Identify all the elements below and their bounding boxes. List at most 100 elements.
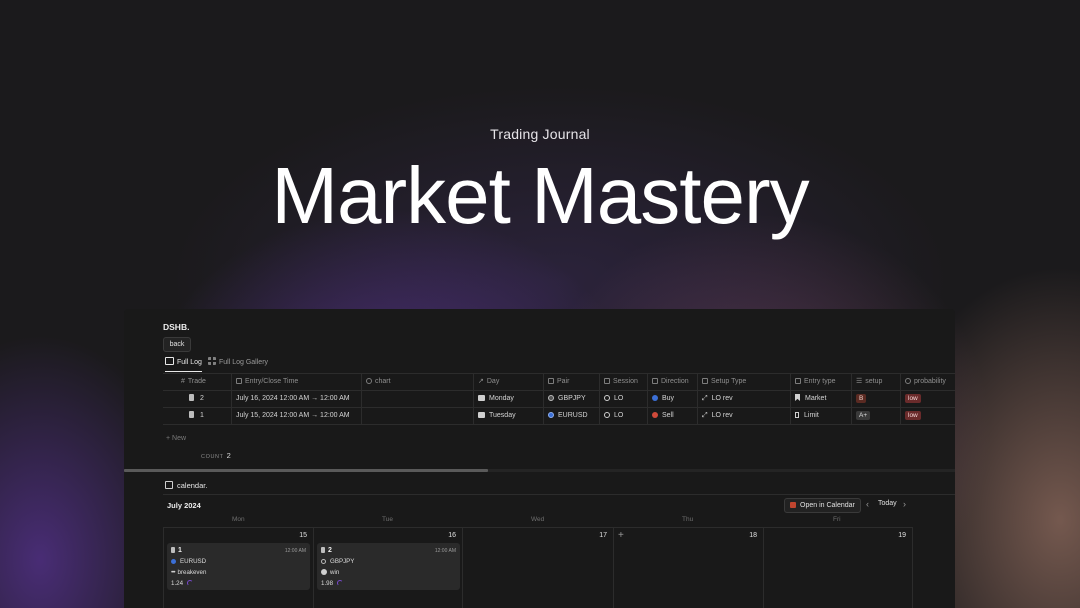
reverse-arrow-icon: ⤢ — [702, 395, 708, 402]
link-icon — [366, 378, 372, 384]
setup-tag: A+ — [856, 411, 871, 420]
cell-setup[interactable]: A+ — [851, 408, 900, 424]
card-title: 2 — [321, 547, 332, 554]
page-icon — [321, 547, 325, 553]
calendar-icon — [478, 395, 485, 401]
day-number: 15 — [299, 532, 307, 539]
col-direction[interactable]: Direction — [647, 374, 697, 390]
cell-entry-type[interactable]: Limit — [790, 408, 851, 424]
table-icon — [165, 357, 174, 365]
calendar-week-grid: 15 1 12:00 AM EURUSD ••• breakeven 1.24 1… — [163, 527, 913, 608]
calendar-day[interactable]: 19 — [763, 528, 913, 608]
tab-full-log-gallery[interactable]: Full Log Gallery — [208, 357, 268, 371]
page-icon — [189, 411, 194, 418]
col-session[interactable]: Session — [599, 374, 647, 390]
cell-time[interactable]: July 15, 2024 12:00 AM → 12:00 AM — [231, 408, 361, 424]
page-icon — [189, 394, 194, 401]
card-time: 12:00 AM — [284, 548, 306, 554]
calendar-day[interactable]: 17 — [462, 528, 613, 608]
chevron-right-icon[interactable]: › — [903, 499, 906, 509]
calendar-day[interactable]: 16 2 12:00 AM GBPJPY win 1.98 — [313, 528, 462, 608]
card-title: 1 — [171, 547, 182, 554]
pair-icon — [321, 559, 326, 564]
cell-day[interactable]: Tuesday — [473, 408, 543, 424]
card-result: win — [321, 569, 339, 576]
arrow-icon: ↗ — [478, 378, 484, 385]
weekday-label: Mon — [232, 516, 245, 523]
today-button[interactable]: Today — [878, 500, 897, 507]
col-probability[interactable]: probability — [900, 374, 955, 390]
cell-setup-type[interactable]: ⤢ LO rev — [697, 391, 790, 407]
cell-entry-type[interactable]: Market — [790, 391, 851, 407]
dashboard-panel: DSHB. back Full Log Full Log Gallery # Tr… — [124, 309, 955, 608]
col-setup-type[interactable]: Setup Type — [697, 374, 790, 390]
day-number: 18 — [749, 532, 757, 539]
check-icon — [321, 569, 327, 575]
progress-ring-icon — [187, 580, 194, 586]
cell-setup[interactable]: B — [851, 391, 900, 407]
calendar-heading: calendar. — [165, 481, 207, 490]
cell-direction[interactable]: Buy — [647, 391, 697, 407]
cell-setup-type[interactable]: ⤢ LO rev — [697, 408, 790, 424]
hero-title: Market Mastery — [271, 151, 809, 240]
open-in-calendar-button[interactable]: Open in Calendar — [784, 498, 861, 513]
cell-session[interactable]: LO — [599, 408, 647, 424]
calendar-icon — [236, 378, 242, 384]
back-button[interactable]: back — [163, 337, 191, 352]
select-icon — [604, 378, 610, 384]
hero-subtitle: Trading Journal — [490, 126, 590, 142]
select-icon — [652, 378, 658, 384]
calendar-month: July 2024 — [167, 501, 201, 510]
col-trade[interactable]: # Trade — [163, 374, 231, 390]
probability-tag: low — [905, 394, 921, 403]
cell-probability[interactable]: low — [900, 391, 955, 407]
chevron-left-icon[interactable]: ‹ — [866, 499, 869, 509]
page-title: DSHB. — [163, 322, 190, 332]
col-pair[interactable]: Pair — [543, 374, 599, 390]
status-icon — [905, 378, 911, 384]
col-entry-type[interactable]: Entry type — [790, 374, 851, 390]
calendar-icon — [478, 412, 485, 418]
calendar-day[interactable]: + 18 — [613, 528, 763, 608]
table-row[interactable]: 1 July 15, 2024 12:00 AM → 12:00 AM Tues… — [163, 408, 955, 425]
select-icon — [795, 378, 801, 384]
cell-pair[interactable]: GBPJPY — [543, 391, 599, 407]
calendar-card[interactable]: 1 12:00 AM EURUSD ••• breakeven 1.24 — [167, 543, 310, 590]
col-day[interactable]: ↗ Day — [473, 374, 543, 390]
cell-direction[interactable]: Sell — [647, 408, 697, 424]
cell-probability[interactable]: low — [900, 408, 955, 424]
add-icon[interactable]: + — [618, 530, 624, 541]
pair-icon — [548, 412, 554, 418]
cell-chart[interactable] — [361, 391, 473, 407]
weekday-label: Thu — [682, 516, 694, 523]
calendar-day[interactable]: 15 1 12:00 AM EURUSD ••• breakeven 1.24 — [163, 528, 313, 608]
gallery-icon — [208, 357, 216, 365]
buy-icon — [652, 395, 658, 401]
scrollbar-thumb[interactable] — [124, 469, 488, 472]
pair-icon — [548, 395, 554, 401]
list-icon — [702, 378, 708, 384]
bookmark-icon — [795, 394, 800, 401]
setup-tag: B — [856, 394, 867, 403]
cell-time[interactable]: July 16, 2024 12:00 AM → 12:00 AM — [231, 391, 361, 407]
sell-icon — [652, 412, 658, 418]
cell-day[interactable]: Monday — [473, 391, 543, 407]
new-row-button[interactable]: + New — [166, 435, 186, 442]
cell-chart[interactable] — [361, 408, 473, 424]
col-entry-close-time[interactable]: Entry/Close Time — [231, 374, 361, 390]
more-icon: ••• — [171, 569, 175, 576]
cell-session[interactable]: LO — [599, 391, 647, 407]
reverse-arrow-icon: ⤢ — [702, 412, 708, 419]
calendar-card[interactable]: 2 12:00 AM GBPJPY win 1.98 — [317, 543, 460, 590]
probability-tag: low — [905, 411, 921, 420]
card-rr: 1.98 — [321, 580, 344, 587]
col-setup[interactable]: ☰ setup — [851, 374, 900, 390]
weekday-label: Wed — [531, 516, 545, 523]
col-chart[interactable]: chart — [361, 374, 473, 390]
calendar-icon — [165, 481, 173, 489]
table-row[interactable]: 2 July 16, 2024 12:00 AM → 12:00 AM Mond… — [163, 391, 955, 408]
tab-full-log[interactable]: Full Log — [165, 357, 202, 372]
progress-ring-icon — [337, 580, 344, 586]
cell-pair[interactable]: EURUSD — [543, 408, 599, 424]
clock-icon — [604, 395, 610, 401]
